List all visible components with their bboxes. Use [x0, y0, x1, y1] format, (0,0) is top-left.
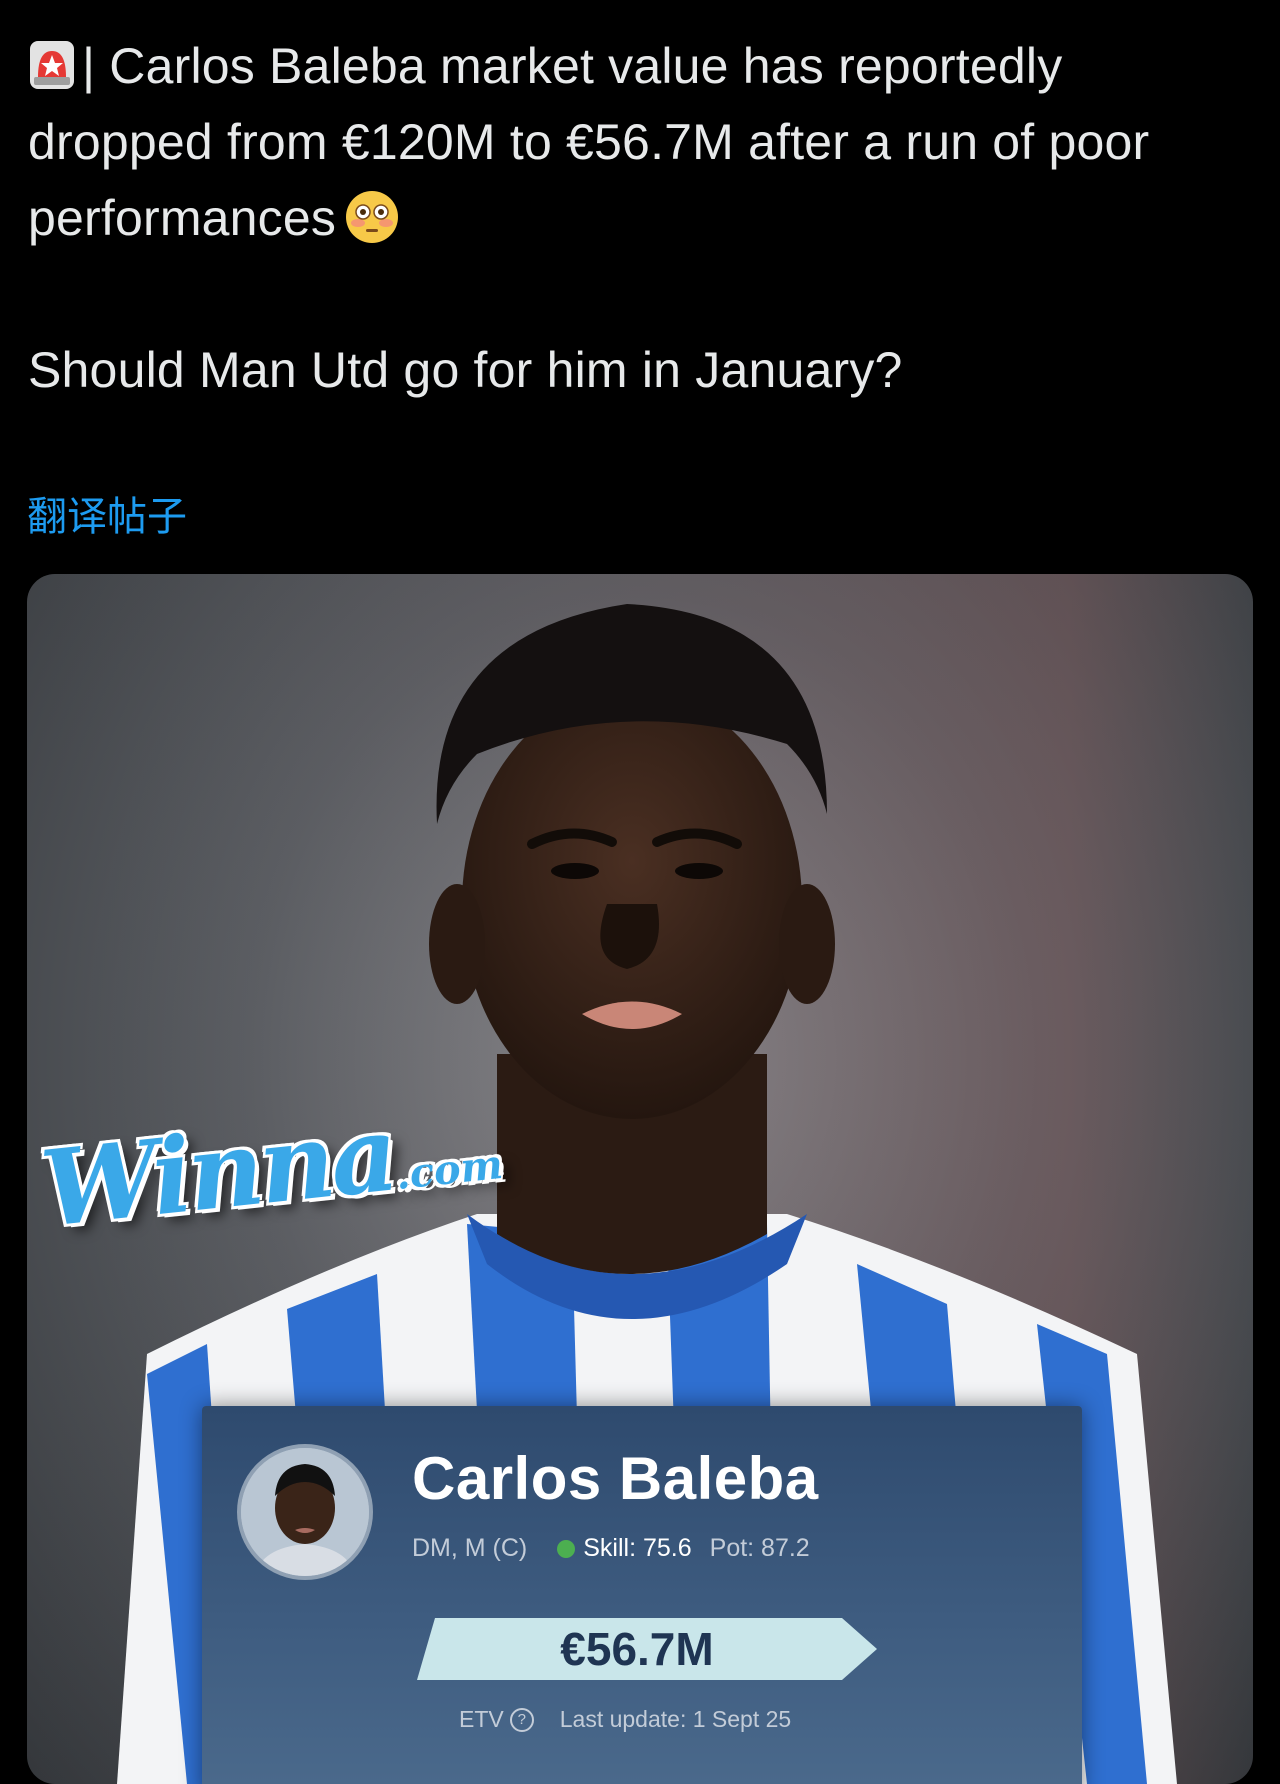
tweet-paragraph-2: Should Man Utd go for him in January? — [28, 342, 903, 398]
player-skill: Skill: 75.6 — [583, 1534, 692, 1562]
tweet-media-image[interactable]: Winna.com Carlos Baleba DM, M (C) Skill:… — [27, 574, 1253, 1784]
avatar-portrait-icon — [241, 1448, 369, 1576]
flushed-face-emoji-icon — [346, 191, 399, 243]
tweet-line-1: | Carlos Baleba market value has reporte… — [28, 38, 1150, 246]
player-value-card: Carlos Baleba DM, M (C) Skill: 75.6 Pot:… — [202, 1406, 1082, 1784]
etv-label: ETV — [459, 1706, 504, 1732]
player-potential: Pot: 87.2 — [709, 1534, 810, 1562]
siren-emoji-icon — [30, 41, 74, 89]
skill-status-dot-icon — [557, 1539, 576, 1558]
tweet-text: | Carlos Baleba market value has reporte… — [28, 28, 1258, 408]
player-meta: DM, M (C) Skill: 75.6 Pot: 87.2 — [412, 1534, 810, 1563]
player-name: Carlos Baleba — [412, 1445, 819, 1512]
help-circle-icon: ? — [509, 1707, 534, 1732]
tweet-paragraph-1: | Carlos Baleba market value has reporte… — [28, 28, 1258, 256]
last-update-text: Last update: 1 Sept 25 — [559, 1706, 792, 1732]
card-footer: ETV ? Last update: 1 Sept 25 — [459, 1706, 791, 1733]
player-avatar — [237, 1444, 373, 1580]
translate-post-link[interactable]: 翻译帖子 — [27, 484, 187, 542]
player-positions: DM, M (C) — [412, 1534, 528, 1562]
estimated-transfer-value: €56.7M — [560, 1623, 714, 1675]
